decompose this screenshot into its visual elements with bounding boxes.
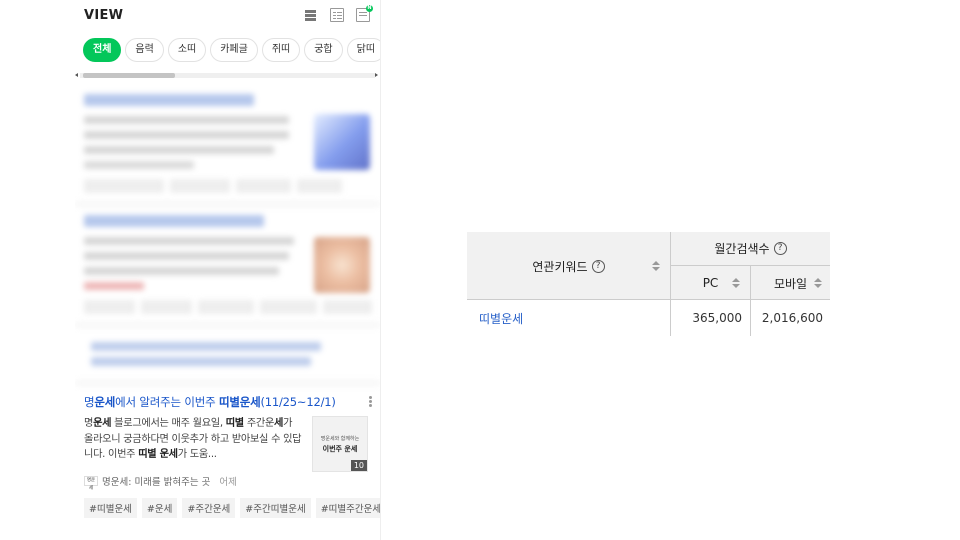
notification-icon[interactable]: N <box>356 5 373 22</box>
notification-badge: N <box>366 5 373 12</box>
chip-scrollbar[interactable] <box>75 70 380 80</box>
blurred-title <box>84 94 254 106</box>
chip-all[interactable]: 전체 <box>83 38 122 62</box>
result-source[interactable]: 명운세 명운세: 미래를 밝혀주는 곳 어제 <box>84 474 371 491</box>
result-title[interactable]: 명운세에서 알려주는 이번주 띠별운세(11/25~12/1) <box>84 394 371 410</box>
hashtag[interactable]: #띠별운세 <box>84 498 137 518</box>
chip-compat[interactable]: 궁합 <box>304 38 343 62</box>
filter-icon[interactable] <box>330 8 344 22</box>
table-header: 연관키워드 ? 월간검색수 ? PC 모바일 <box>467 232 830 300</box>
source-name[interactable]: 명운세: 미래를 밝혀주는 곳 <box>102 474 210 488</box>
table-row: 띠별운세 365,000 2,016,600 <box>467 300 830 336</box>
scroll-thumb[interactable] <box>83 73 175 78</box>
sort-desc-icon[interactable] <box>652 267 660 271</box>
thumbnail-caption: 명운세와 함께하는 <box>320 435 360 442</box>
blurred-result-1 <box>75 86 380 207</box>
thumbnail-heading: 이번주 운세 <box>322 444 358 453</box>
hashtag[interactable]: #운세 <box>141 498 178 518</box>
hashtag[interactable]: #띠별주간운세 <box>315 498 380 518</box>
view-title: VIEW <box>84 7 124 23</box>
more-options-icon[interactable] <box>369 396 372 399</box>
chip-rooster[interactable]: 닭띠 <box>346 38 380 62</box>
blurred-result-2 <box>75 207 380 328</box>
mobile-volume: 2,016,600 <box>761 311 823 325</box>
keyword-volume-table: 연관키워드 ? 월간검색수 ? PC 모바일 띠별운세 365,000 2,01… <box>467 232 830 336</box>
result-snippet: 명운세 블로그에서는 매주 월요일, 띠별 주간운세가 올라오니 궁금하다면 이… <box>84 418 302 460</box>
sort-asc-icon[interactable] <box>652 261 660 265</box>
blurred-thumbnail <box>314 114 370 170</box>
result-body: 명운세 블로그에서는 매주 월요일, 띠별 주간운세가 올라오니 궁금하다면 이… <box>84 416 371 472</box>
hashtag[interactable]: #주간띠별운세 <box>240 498 311 518</box>
column-header-monthly: 월간검색수 ? <box>671 232 830 266</box>
scroll-left-icon[interactable] <box>75 73 78 77</box>
post-time: 어제 <box>219 477 237 488</box>
sort-asc-icon[interactable] <box>814 278 822 282</box>
source-logo: 명운세 <box>84 476 98 491</box>
keyword-link[interactable]: 띠별운세 <box>467 300 671 336</box>
blurred-title <box>84 215 264 227</box>
chip-lunar[interactable]: 음력 <box>125 38 164 62</box>
chip-cafe[interactable]: 카페글 <box>210 38 258 62</box>
chip-rat[interactable]: 쥐띠 <box>261 38 301 62</box>
header-icons: N <box>304 5 373 22</box>
sort-desc-icon[interactable] <box>732 284 740 288</box>
hashtag[interactable]: #주간운세 <box>182 498 236 518</box>
list-view-icon[interactable] <box>304 8 318 22</box>
image-count-badge: 10 <box>350 460 367 471</box>
sort-asc-icon[interactable] <box>732 278 740 282</box>
scroll-right-icon[interactable] <box>375 73 378 77</box>
result-card[interactable]: 명운세에서 알려주는 이번주 띠별운세(11/25~12/1) 명운세 블로그에… <box>75 386 380 518</box>
blurred-related-links <box>75 328 380 386</box>
column-header-pc[interactable]: PC <box>671 266 751 300</box>
category-chips: 전체 음력 소띠 카페글 쥐띠 궁합 닭띠 <box>75 30 380 68</box>
view-panel: VIEW N 전체 음력 소띠 카페글 쥐띠 궁합 닭띠 명운세에서 알려주는 … <box>75 0 381 540</box>
blurred-thumbnail <box>314 237 370 293</box>
result-tags: #띠별운세 #운세 #주간운세 #주간띠별운세 #띠별주간운세 <box>84 498 380 518</box>
chip-ox[interactable]: 소띠 <box>167 38 207 62</box>
help-icon[interactable]: ? <box>773 242 787 255</box>
column-header-mobile[interactable]: 모바일 <box>751 266 830 300</box>
help-icon[interactable]: ? <box>591 259 605 273</box>
pc-volume: 365,000 <box>671 300 751 336</box>
sort-desc-icon[interactable] <box>814 284 822 288</box>
column-header-keyword[interactable]: 연관키워드 ? <box>467 232 671 300</box>
view-header: VIEW N <box>75 0 380 30</box>
result-thumbnail[interactable]: 명운세와 함께하는 이번주 운세 10 <box>312 416 368 472</box>
